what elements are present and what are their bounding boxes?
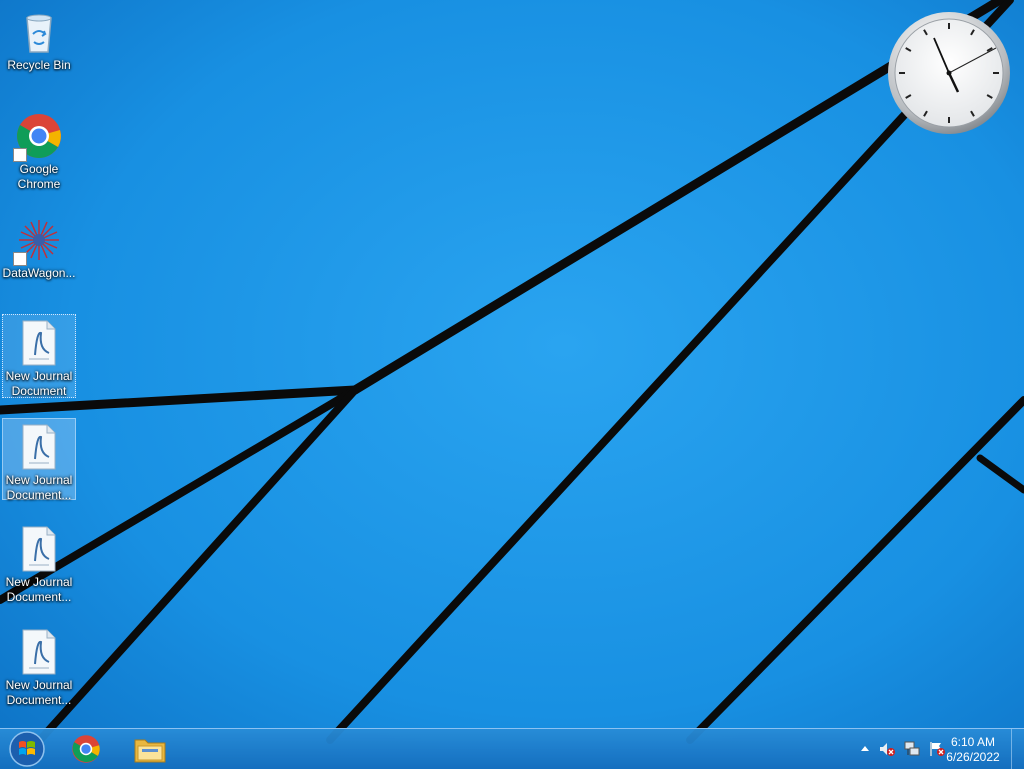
desktop-icon-label: DataWagon... [2, 266, 76, 280]
journal-document-icon [15, 628, 63, 676]
taskbar: 6:10 AM 6/26/2022 [0, 728, 1024, 769]
datawagon-icon [13, 216, 63, 266]
desktop-icon-recycle-bin[interactable]: Recycle Bin [2, 4, 76, 78]
tray-date[interactable]: 6/26/2022 [938, 750, 1008, 764]
desktop-icon-label: New Journal Document... [5, 678, 73, 707]
taskbar-chrome[interactable] [56, 731, 116, 767]
taskbar-explorer[interactable] [120, 731, 180, 767]
desktop-icon-journal-2[interactable]: New Journal Document... [2, 418, 76, 502]
desktop-icon-label: Recycle Bin [7, 58, 71, 72]
chrome-icon [13, 112, 63, 162]
desktop-icon-journal-4[interactable]: New Journal Document... [2, 624, 76, 707]
network-icon[interactable] [903, 740, 921, 758]
desktop-icon-label: Google Chrome [17, 162, 61, 191]
desktop-icon-datawagon[interactable]: DataWagon... [2, 212, 76, 284]
desktop-icon-label: New Journal Document... [5, 575, 73, 604]
desktop-icon-chrome[interactable]: Google Chrome [2, 108, 76, 194]
volume-muted-icon[interactable] [878, 740, 896, 758]
show-hidden-icons[interactable] [856, 740, 874, 758]
tray-time[interactable]: 6:10 AM [938, 735, 1008, 749]
desktop-icon-journal-1[interactable]: New Journal Document [2, 314, 76, 398]
journal-document-icon [15, 423, 63, 471]
chrome-icon [72, 735, 100, 763]
windows-logo-icon [9, 731, 45, 767]
journal-document-icon [15, 319, 63, 367]
start-button[interactable] [0, 731, 54, 767]
shortcut-arrow-icon [13, 148, 27, 162]
clock-gadget[interactable] [886, 10, 1012, 136]
desktop-wallpaper [0, 0, 1024, 768]
shortcut-arrow-icon [13, 252, 27, 266]
folder-icon [134, 739, 166, 763]
desktop-icon-label: New Journal Document... [5, 473, 73, 502]
desktop-icon-journal-3[interactable]: New Journal Document... [2, 521, 76, 604]
recycle-bin-icon [15, 8, 63, 56]
journal-document-icon [15, 525, 63, 573]
desktop-icon-label: New Journal Document [5, 369, 73, 398]
show-desktop-button[interactable] [1011, 729, 1024, 769]
